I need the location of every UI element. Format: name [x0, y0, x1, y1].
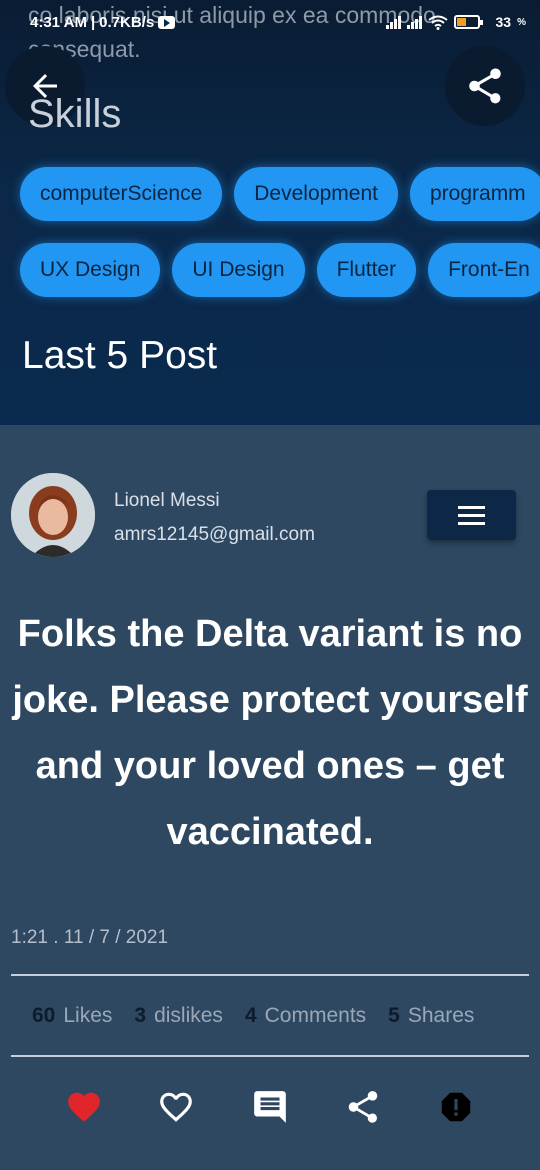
comment-button[interactable]: [248, 1085, 292, 1129]
skills-title: Skills: [28, 92, 122, 136]
avatar[interactable]: [11, 473, 95, 557]
share-button[interactable]: [341, 1085, 385, 1129]
skills-row-1: computerScience Development programm: [20, 167, 540, 221]
status-right: 33%: [385, 14, 526, 30]
youtube-icon: [158, 16, 176, 29]
post-actions: [0, 1085, 540, 1129]
report-icon: [441, 1092, 471, 1122]
avatar-image: [11, 473, 95, 557]
share-icon: [348, 1091, 378, 1123]
last-posts-title: Last 5 Post: [22, 334, 218, 377]
divider: [11, 1055, 529, 1057]
skill-chip[interactable]: UX Design: [20, 243, 161, 297]
dislike-button[interactable]: [154, 1085, 198, 1129]
post-menu-button[interactable]: [427, 490, 516, 540]
comment-icon: [254, 1091, 286, 1123]
report-button[interactable]: [434, 1085, 478, 1129]
stat-likes[interactable]: 60 Likes: [32, 1004, 112, 1028]
skills-row-2: UX Design UI Design Flutter Front-En: [20, 243, 540, 297]
like-button[interactable]: [62, 1085, 106, 1129]
stat-shares[interactable]: 5 Shares: [388, 1004, 474, 1028]
status-time: 4:31 AM: [30, 14, 87, 31]
post-stats: 60 Likes 3 dislikes 4 Comments 5 Shares: [32, 1004, 474, 1028]
divider: [11, 974, 529, 976]
skill-chip[interactable]: programm: [409, 167, 540, 221]
signal-icon: [385, 15, 401, 29]
battery-level: 33: [495, 14, 512, 30]
signal-icon-2: [406, 15, 422, 29]
skill-chip[interactable]: Front-En: [428, 243, 540, 297]
skill-chip[interactable]: UI Design: [172, 243, 305, 297]
status-left: 4:31 AM | 0.7KB/s: [30, 14, 176, 31]
share-icon: [469, 68, 501, 104]
heart-outline-icon: [160, 1092, 192, 1122]
author-name: Lionel Messi: [114, 490, 220, 511]
wifi-icon: [427, 15, 448, 30]
author-email: amrs12145@gmail.com: [114, 524, 315, 545]
skill-chip[interactable]: Flutter: [316, 243, 417, 297]
post-card: Lionel Messi amrs12145@gmail.com Folks t…: [0, 425, 540, 1170]
heart-filled-icon: [68, 1092, 100, 1122]
profile-header: co laboris nisi ut aliquip ex ea commodo…: [0, 0, 540, 425]
share-profile-button[interactable]: [445, 46, 525, 126]
skill-chip[interactable]: computerScience: [20, 167, 223, 221]
stat-dislikes[interactable]: 3 dislikes: [134, 1004, 223, 1028]
stat-comments[interactable]: 4 Comments: [245, 1004, 366, 1028]
skill-chip[interactable]: Development: [234, 167, 398, 221]
post-timestamp: 1:21 . 11 / 7 / 2021: [11, 927, 169, 948]
status-speed: 0.7KB/s: [99, 14, 155, 31]
hamburger-menu-icon: [458, 505, 485, 509]
battery-icon: [453, 15, 483, 29]
status-bar: 4:31 AM | 0.7KB/s 33%: [0, 0, 540, 46]
post-text: Folks the Delta variant is no joke. Plea…: [12, 613, 528, 853]
